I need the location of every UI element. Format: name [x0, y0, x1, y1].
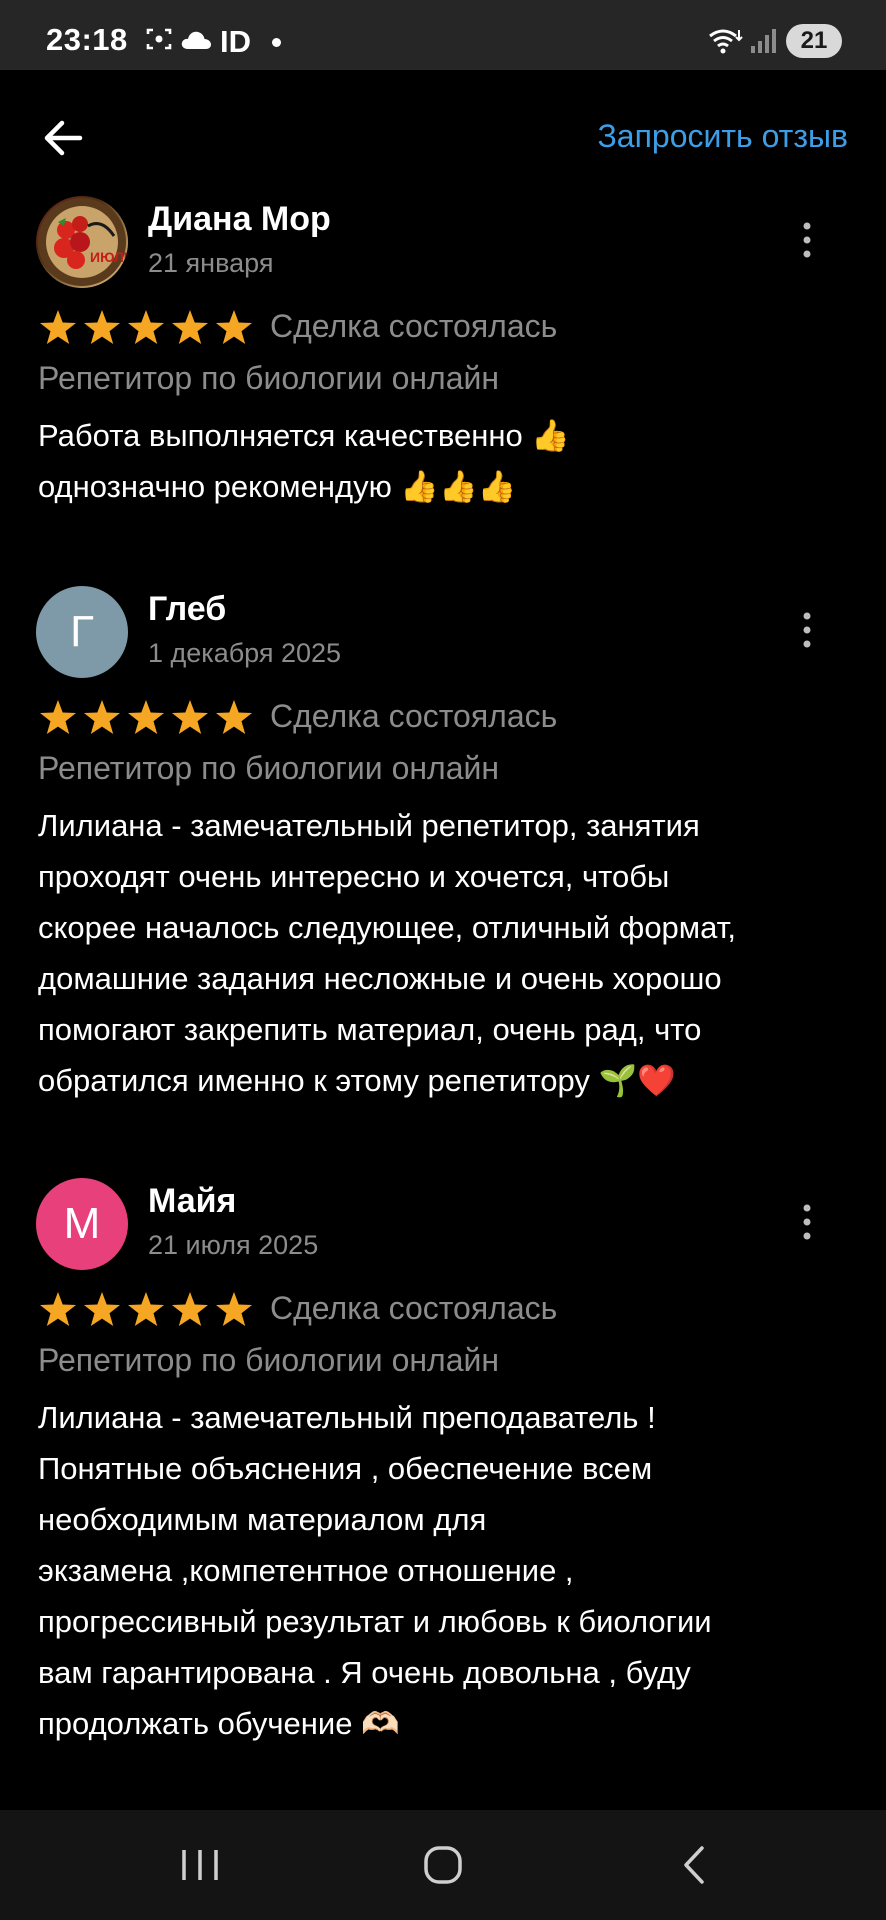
reviewer-name: Глеб: [148, 590, 227, 628]
star-icon: [172, 1292, 208, 1326]
more-vert-icon: [803, 612, 811, 648]
recent-apps-icon: [182, 1850, 218, 1880]
network-label: ID: [220, 24, 251, 59]
star-icon: [40, 310, 76, 344]
star-icon: [172, 700, 208, 734]
star-icon: [172, 310, 208, 344]
avatar[interactable]: ИЮЛЬ: [36, 196, 128, 288]
navigation-bar: [0, 1810, 886, 1920]
status-time: 23:18: [46, 22, 128, 57]
star-icon: [216, 310, 252, 344]
wifi-icon: [709, 29, 743, 54]
star-icon: [128, 310, 164, 344]
rating-stars: [40, 700, 252, 734]
more-options-button[interactable]: [790, 606, 824, 654]
star-icon: [84, 310, 120, 344]
star-icon: [84, 700, 120, 734]
review-text: Лилиана - замечательный преподаватель ! …: [38, 1400, 712, 1741]
review-text: Работа выполняется качественно 👍 однозна…: [38, 418, 570, 504]
service-name: Репетитор по биологии онлайн: [38, 360, 500, 396]
avatar[interactable]: М: [36, 1178, 128, 1270]
request-review-link[interactable]: Запросить отзыв: [597, 118, 848, 155]
recent-apps-button[interactable]: [170, 1840, 230, 1890]
battery-indicator: 21: [786, 24, 842, 58]
more-vert-icon: [803, 222, 811, 258]
deal-status: Сделка состоялась: [270, 1290, 558, 1326]
review-date: 1 декабря 2025: [148, 638, 342, 668]
rating-stars: [40, 1292, 252, 1326]
more-options-button[interactable]: [790, 216, 824, 264]
review-date: 21 января: [148, 248, 274, 278]
back-button[interactable]: [36, 110, 92, 166]
star-icon: [128, 1292, 164, 1326]
deal-status: Сделка состоялась: [270, 308, 558, 344]
notification-dot: [272, 38, 281, 47]
screen-record-icon: [146, 28, 172, 50]
signal-icon: [751, 29, 776, 53]
home-button[interactable]: [413, 1840, 473, 1890]
star-icon: [216, 1292, 252, 1326]
avatar-letter: М: [63, 1199, 101, 1248]
star-icon: [40, 1292, 76, 1326]
status-bar: 23:18 ID 21: [0, 0, 886, 70]
avatar-photo-image: ИЮЛЬ: [38, 198, 128, 286]
star-icon: [84, 1292, 120, 1326]
arrow-left-icon: [44, 120, 83, 156]
more-vert-icon: [803, 1204, 811, 1240]
review-text: Лилиана - замечательный репетитор, занят…: [38, 808, 737, 1098]
service-name: Репетитор по биологии онлайн: [38, 750, 500, 786]
reviewer-name: Майя: [148, 1182, 237, 1220]
back-nav-button[interactable]: [666, 1840, 726, 1890]
star-icon: [216, 700, 252, 734]
review-date: 21 июля 2025: [148, 1230, 319, 1260]
avatar-letter: Г: [70, 607, 94, 656]
back-nav-icon: [684, 1846, 704, 1884]
star-icon: [128, 700, 164, 734]
star-icon: [40, 700, 76, 734]
svg-text:ИЮЛЬ: ИЮЛЬ: [90, 249, 128, 265]
home-icon: [424, 1846, 462, 1884]
reviewer-name: Диана Мор: [148, 200, 331, 238]
more-options-button[interactable]: [790, 1198, 824, 1246]
deal-status: Сделка состоялась: [270, 698, 558, 734]
avatar[interactable]: Г: [36, 586, 128, 678]
cloud-icon: [181, 31, 211, 49]
rating-stars: [40, 310, 252, 344]
service-name: Репетитор по биологии онлайн: [38, 1342, 500, 1378]
